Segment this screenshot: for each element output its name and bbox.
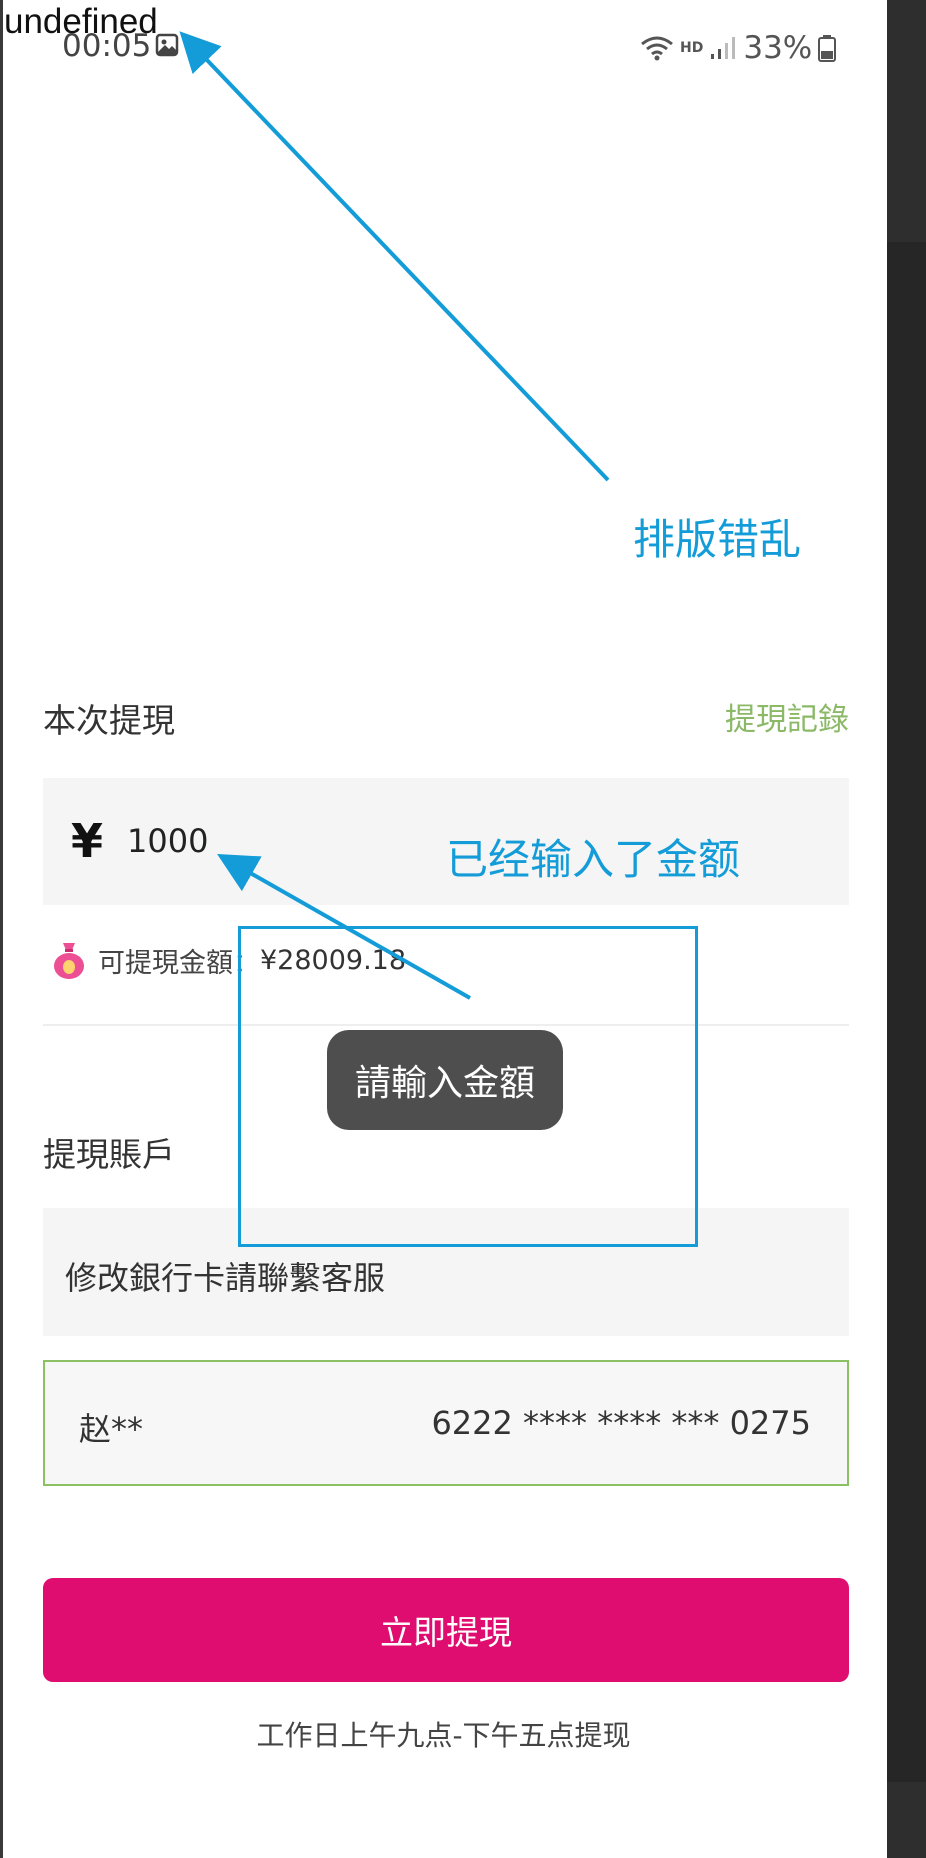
annotation-arrows — [179, 31, 610, 1000]
annotation-amount-entered: 已经输入了金额 — [446, 835, 741, 884]
annotation-layout-error: 排版错乱 — [633, 515, 802, 564]
annotation-arrow-amount — [217, 854, 471, 1000]
annotation-arrow-layout — [179, 31, 610, 482]
